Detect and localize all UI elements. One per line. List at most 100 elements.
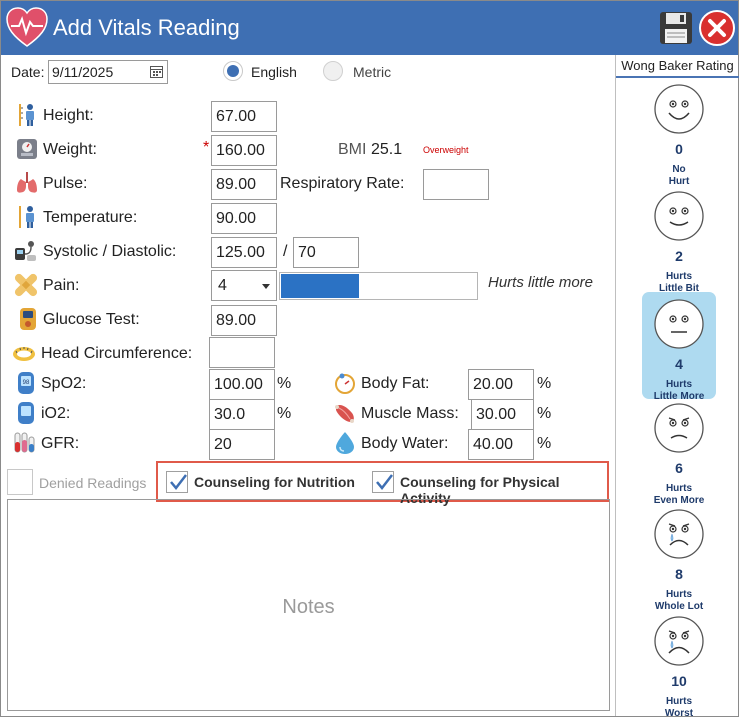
gfr-label: GFR: [41,435,80,452]
heart-icon [6,7,48,47]
close-icon[interactable] [698,9,736,47]
body-fat-label: Body Fat: [361,375,430,392]
bmi-value: 25.1 [371,141,403,158]
head-circumference-label: Head Circumference: [41,345,193,362]
body-water-unit: % [537,435,552,452]
vitals-window: Add Vitals Reading Date: 9/11/2025 Engli… [0,0,739,719]
weight-scale-icon [17,139,37,159]
bmi-label: BMI [338,141,367,158]
face-caption-line2: Worst [664,708,694,719]
diastolic-input[interactable]: 70 [293,237,359,268]
wong-baker-face-8[interactable]: 8 Hurts Whole Lot [642,504,716,612]
respiratory-rate-input[interactable] [423,169,489,200]
metric-radio[interactable] [323,61,343,81]
pain-label: Pain: [43,277,80,294]
face-caption-line1: Hurts [665,271,693,282]
muscle-mass-label: Muscle Mass: [361,405,459,422]
io2-label: iO2: [41,405,71,422]
muscle-mass-input[interactable]: 30.00 [471,399,534,430]
spo2-label: SpO2: [41,375,87,392]
face-icon [654,616,704,666]
pain-description: Hurts little more [488,274,594,291]
pulse-label: Pulse: [43,175,88,192]
wong-baker-face-0[interactable]: 0 No Hurt [642,79,716,187]
io2-input[interactable]: 30.0 [209,399,275,430]
wong-baker-face-10[interactable]: 10 Hurts Worst [642,611,716,719]
tape-measure-icon [13,347,35,361]
pain-value: 4 [218,277,227,294]
oximeter-icon: 98 [18,372,34,394]
chevron-down-icon [262,284,270,289]
wong-baker-face-2[interactable]: 2 Hurts Little Bit [642,186,716,294]
face-score: 6 [675,460,683,476]
glucose-meter-icon [20,308,36,330]
muscle-icon [335,404,354,423]
systolic-input[interactable]: 125.00 [211,237,277,268]
gfr-input[interactable]: 20 [209,429,275,460]
weight-label: Weight: [43,141,97,158]
pain-level-bar [279,272,478,300]
bmi-status: Overweight [423,145,469,155]
io2-unit: % [277,405,292,422]
pain-select[interactable]: 4 [211,270,277,301]
face-icon [654,84,704,134]
face-score: 4 [675,356,683,372]
date-label: Date: [11,64,45,80]
face-caption-line1: Hurts [665,483,693,494]
nutrition-checkbox[interactable] [166,471,188,493]
checkmark-icon [376,474,393,490]
face-caption-line1: Hurts [665,379,693,390]
body-water-input[interactable]: 40.00 [468,429,534,460]
date-value: 9/11/2025 [52,64,114,80]
svg-text:98: 98 [23,380,30,386]
physical-activity-checkbox[interactable] [372,471,394,493]
wong-baker-panel: Wong Baker Rating 0 No Hurt 2 Hurts Little Bi… [615,55,739,719]
face-caption-line1: No [672,164,686,175]
weight-input[interactable]: 160.00 [211,135,277,166]
face-icon [654,299,704,349]
blood-pressure-icon [15,241,36,261]
temperature-input[interactable]: 90.00 [211,203,277,234]
face-score: 10 [671,673,687,689]
calendar-icon[interactable] [150,65,163,78]
test-tubes-icon [14,432,35,453]
weight-required-marker: * [203,139,210,156]
glucose-label: Glucose Test: [43,311,140,328]
wong-baker-face-6[interactable]: 6 Hurts Even More [642,398,716,506]
checkmark-icon [170,474,187,490]
pulse-input[interactable]: 89.00 [211,169,277,200]
bp-separator: / [283,243,288,260]
temperature-person-icon [19,206,34,228]
save-icon[interactable] [658,10,694,46]
spo2-unit: % [277,375,292,392]
pain-level-fill [281,274,359,298]
temperature-label: Temperature: [43,209,138,226]
body-fat-scale-icon [335,373,355,394]
notes-textarea[interactable]: Notes [7,499,610,711]
denied-readings-checkbox[interactable] [7,469,33,495]
wong-baker-face-4[interactable]: 4 Hurts Little More [642,292,716,402]
date-input[interactable]: 9/11/2025 [48,60,168,84]
glucose-input[interactable]: 89.00 [211,305,277,336]
io2-meter-icon [18,402,34,424]
face-caption-line1: Hurts [665,696,693,707]
english-radio[interactable] [223,61,243,81]
title-bar: Add Vitals Reading [1,1,738,55]
body-water-label: Body Water: [361,435,449,452]
height-label: Height: [43,107,94,124]
face-score: 0 [675,141,683,157]
metric-label: Metric [353,64,392,80]
denied-readings-label: Denied Readings [39,475,147,491]
head-circumference-input[interactable] [209,337,275,368]
water-drop-icon [336,432,354,454]
body-fat-unit: % [537,375,552,392]
spo2-input[interactable]: 100.00 [209,369,275,400]
muscle-mass-unit: % [537,405,552,422]
face-caption-line1: Hurts [665,589,693,600]
systolic-diastolic-label: Systolic / Diastolic: [43,243,177,260]
english-label: English [251,64,297,80]
body-fat-input[interactable]: 20.00 [468,369,534,400]
bandage-icon [14,273,38,297]
height-input[interactable]: 67.00 [211,101,277,132]
nutrition-label: Counseling for Nutrition [194,474,355,490]
